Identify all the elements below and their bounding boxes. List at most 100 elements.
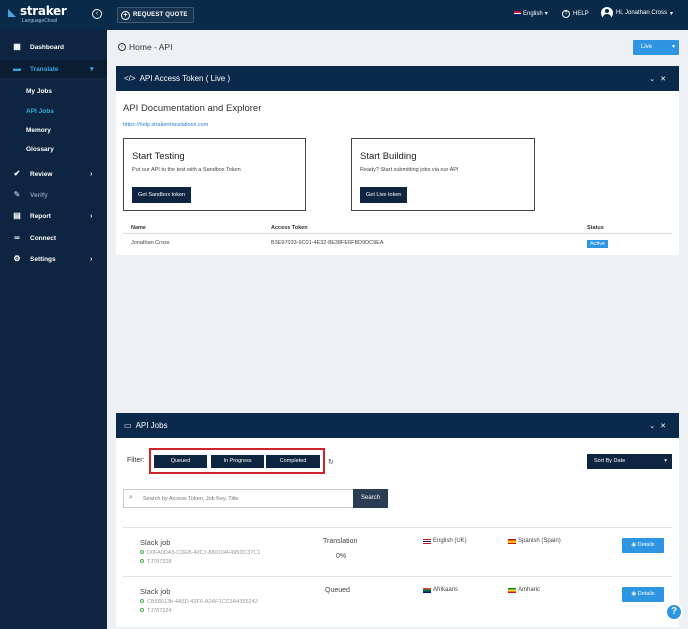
- sidebar-item-review[interactable]: ✔ Review ›: [0, 165, 107, 183]
- filter-queued-button[interactable]: Queued: [154, 455, 207, 468]
- get-sandbox-token-button[interactable]: Get Sandbox token: [132, 187, 192, 203]
- top-bar: straker LanguageCloud ‹ + REQUEST QUOTE …: [0, 0, 688, 30]
- brand-subtitle: LanguageCloud: [22, 18, 58, 24]
- help-label: HELP: [573, 11, 589, 17]
- sidebar-item-dashboard[interactable]: ▦ Dashboard: [0, 38, 107, 56]
- collapse-sidebar-icon[interactable]: ‹: [92, 9, 102, 19]
- help-icon: ?: [562, 10, 570, 18]
- sidebar-subitem-api-jobs[interactable]: API Jobs: [26, 108, 54, 115]
- circle-icon: [140, 559, 144, 563]
- environment-select[interactable]: Live ▾: [633, 40, 679, 55]
- list-item: Slack job CB68613b-4A5D-43F6-A2AF1CC3A43…: [123, 576, 672, 624]
- card-title: Start Building: [360, 151, 417, 162]
- access-token-value: B3E97033-9C01-4E32-8E38FE6FBD9DC9EA: [271, 240, 384, 246]
- sidebar-subitem-glossary[interactable]: Glossary: [26, 146, 54, 153]
- job-progress: 0%: [336, 553, 347, 560]
- token-table-header: Name Access Token Status: [123, 221, 672, 234]
- job-tj-value: TJ787328: [147, 559, 172, 565]
- sidebar-item-label: Connect: [30, 234, 56, 242]
- filter-in-progress-button[interactable]: In Progress: [211, 455, 264, 468]
- sidebar-item-report[interactable]: ▤ Report ›: [0, 207, 107, 225]
- card-title: Start Testing: [132, 151, 185, 162]
- search-input[interactable]: [143, 492, 348, 505]
- sidebar-subitem-my-jobs[interactable]: My Jobs: [26, 88, 52, 95]
- details-label: Details: [637, 542, 655, 548]
- job-key-value: CB68613b-4A5D-43F6-A2AF1CC3A4355242: [147, 599, 258, 605]
- job-key: D0FA0DA5-CDEB-40C1-880104F495DC37C1: [140, 550, 260, 556]
- refresh-icon[interactable]: ↻: [328, 458, 334, 466]
- sidebar-item-settings[interactable]: ⚙ Settings ›: [0, 250, 107, 268]
- file-icon: ▤: [13, 211, 21, 220]
- job-type: Translation: [323, 538, 358, 545]
- language-label: English: [523, 10, 543, 17]
- uk-flag-icon: [423, 538, 431, 544]
- chevron-right-icon: ›: [90, 212, 93, 220]
- details-button[interactable]: ◉ Details: [622, 587, 664, 602]
- search-field: ⌕: [123, 489, 354, 508]
- brand-name: straker: [20, 4, 67, 18]
- card-description: Put our API to the test with a Sandbox T…: [132, 167, 241, 173]
- panel-controls[interactable]: ⌄✕: [649, 422, 671, 430]
- sort-select[interactable]: Sort By Date ▾: [587, 454, 672, 469]
- chevron-down-icon: ▾: [544, 11, 548, 17]
- api-jobs-panel: ▭ API Jobs ⌄✕ Filter: Queued In Progress…: [116, 413, 679, 627]
- sidebar-item-connect[interactable]: ∞ Connect: [0, 229, 107, 247]
- circle-icon: [140, 599, 144, 603]
- sort-label: Sort By Date: [594, 458, 626, 464]
- request-quote-button[interactable]: + REQUEST QUOTE: [117, 7, 194, 23]
- language-select[interactable]: English ▾: [514, 10, 548, 17]
- start-testing-card: Start Testing Put our API to the test wi…: [123, 138, 306, 211]
- source-language-label: Afrikaans: [433, 587, 459, 593]
- get-live-token-button[interactable]: Get Live token: [360, 187, 408, 203]
- search-icon: ⌕: [129, 494, 133, 501]
- filter-completed-button[interactable]: Completed: [266, 455, 320, 468]
- page-title: Home - API: [129, 42, 173, 52]
- details-button[interactable]: ◉ Details: [622, 538, 664, 553]
- user-greeting: Hi, Jonathan Cross: [616, 10, 668, 16]
- breadcrumb: ‹ Home - API: [118, 42, 172, 52]
- help-link[interactable]: ? HELP: [562, 10, 589, 18]
- search-button[interactable]: Search: [353, 489, 388, 508]
- sidebar-item-label: Translate: [30, 65, 59, 73]
- uk-flag-icon: [514, 11, 521, 16]
- ethiopia-flag-icon: [508, 587, 516, 593]
- card-description: Ready? Start submitting jobs via our API: [360, 167, 459, 173]
- column-header: Name: [131, 225, 146, 231]
- api-docs-link[interactable]: https://help.strakertranslations.com: [123, 122, 208, 128]
- user-menu[interactable]: Hi, Jonathan Cross ▾: [601, 7, 673, 19]
- status-badge: Active: [587, 240, 608, 248]
- job-key-value: D0FA0DA5-CDEB-40C1-880104F495DC37C1: [147, 550, 261, 556]
- chevron-down-icon: ▾: [671, 44, 675, 50]
- sidebar: ▦ Dashboard ▬ Translate ▾ My Jobs API Jo…: [0, 30, 107, 629]
- source-language-label: English (UK): [433, 538, 467, 544]
- back-arrow-icon[interactable]: ‹: [118, 43, 126, 51]
- sidebar-subitem-memory[interactable]: Memory: [26, 127, 51, 134]
- panel-title: API Access Token ( Live ): [139, 74, 231, 83]
- circle-icon: [140, 608, 144, 612]
- spain-flag-icon: [508, 538, 516, 544]
- sidebar-item-translate[interactable]: ▬ Translate ▾: [0, 60, 107, 78]
- link-icon: ∞: [14, 233, 20, 242]
- chevron-right-icon: ›: [90, 255, 93, 263]
- api-docs-heading: API Documentation and Explorer: [123, 103, 262, 114]
- column-header: Status: [587, 225, 604, 231]
- job-tj: TJ787324: [140, 608, 171, 614]
- start-building-card: Start Building Ready? Start submitting j…: [351, 138, 535, 211]
- chevron-down-icon: ▾: [664, 458, 667, 464]
- request-quote-label: REQUEST QUOTE: [133, 12, 188, 18]
- gear-icon: ⚙: [13, 254, 21, 263]
- panel-header: ▭ API Jobs ⌄✕: [116, 413, 679, 438]
- panel-controls[interactable]: ⌄✕: [649, 75, 671, 83]
- job-tj: TJ787328: [140, 559, 171, 565]
- sidebar-item-label: Settings: [30, 255, 56, 263]
- job-name: Slack job: [140, 538, 171, 547]
- filter-label: Filter:: [127, 457, 145, 464]
- translate-icon: ▬: [13, 64, 21, 73]
- chevron-right-icon: ›: [90, 170, 93, 178]
- sidebar-item-verify[interactable]: ✎ Verify: [0, 186, 107, 204]
- job-name: Slack job: [140, 587, 171, 596]
- source-language: English (UK): [423, 538, 467, 544]
- help-chat-button[interactable]: ?: [665, 603, 683, 621]
- sidebar-item-label: Dashboard: [30, 43, 64, 51]
- chevron-down-icon: ▾: [90, 66, 94, 73]
